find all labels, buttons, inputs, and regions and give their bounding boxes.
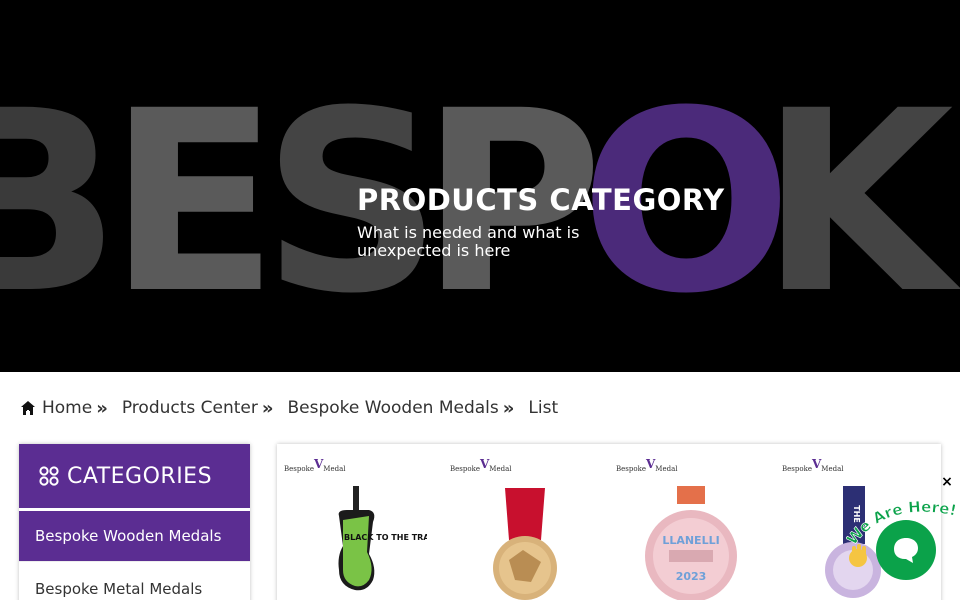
breadcrumb: Home » Products Center » Bespoke Wooden … bbox=[20, 397, 558, 419]
product-card[interactable]: BespokeVMedal BLACK TO THE TRAILS bbox=[277, 457, 427, 600]
product-image bbox=[493, 488, 557, 600]
breadcrumb-label: List bbox=[528, 398, 559, 418]
product-image: BLACK TO THE TRAILS bbox=[338, 486, 427, 591]
hero-letter-b: B bbox=[0, 57, 121, 348]
hero-banner: B E S P O K E PRODUCTS CATEGORY What is … bbox=[0, 0, 960, 372]
product-grid: BespokeVMedal BLACK TO THE TRAILS Bespok… bbox=[277, 444, 941, 600]
chevron-right-icon: » bbox=[261, 397, 274, 419]
hero-letter-e: E bbox=[108, 57, 279, 348]
sidebar-item-wooden-medals[interactable]: Bespoke Wooden Medals bbox=[19, 511, 250, 561]
chat-button[interactable] bbox=[876, 520, 936, 580]
page-subtitle: What is needed and what is unexpected is… bbox=[357, 223, 580, 260]
breadcrumb-wooden-medals[interactable]: Bespoke Wooden Medals bbox=[288, 398, 499, 418]
sidebar-item-metal-medals[interactable]: Bespoke Metal Medals bbox=[19, 561, 250, 600]
breadcrumb-label: Products Center bbox=[121, 398, 258, 418]
sidebar-item-label: Bespoke Wooden Medals bbox=[35, 527, 222, 545]
chevron-right-icon: » bbox=[96, 397, 108, 419]
breadcrumb-label: Bespoke Wooden Medals bbox=[287, 398, 499, 418]
svg-text:LLANELLI: LLANELLI bbox=[662, 534, 719, 547]
hero-letter-k: K bbox=[760, 57, 954, 348]
breadcrumb-current: List bbox=[528, 398, 558, 418]
breadcrumb-label: Home bbox=[42, 398, 93, 418]
categories-header: CATEGORIES bbox=[19, 444, 250, 508]
breadcrumb-products-center[interactable]: Products Center bbox=[122, 398, 258, 418]
page-title: PRODUCTS CATEGORY bbox=[357, 183, 725, 217]
grid-icon bbox=[39, 466, 59, 486]
chevron-right-icon: » bbox=[502, 397, 515, 419]
svg-text:BLACK TO THE TRAILS: BLACK TO THE TRAILS bbox=[344, 533, 427, 542]
home-icon bbox=[21, 401, 35, 415]
breadcrumb-home[interactable]: Home bbox=[20, 398, 92, 418]
close-icon[interactable]: × bbox=[939, 474, 955, 490]
product-card[interactable]: BespokeVMedal LLANELLI 2023 bbox=[609, 457, 759, 600]
categories-sidebar: CATEGORIES Bespoke Wooden Medals Bespoke… bbox=[19, 444, 250, 600]
chat-bubble-icon bbox=[894, 538, 918, 563]
svg-text:2023: 2023 bbox=[676, 570, 707, 583]
sidebar-item-label: Bespoke Metal Medals bbox=[35, 579, 203, 598]
hero-text: PRODUCTS CATEGORY What is needed and wha… bbox=[357, 182, 737, 260]
product-card[interactable]: BespokeVMedal bbox=[443, 457, 593, 600]
categories-title: CATEGORIES bbox=[67, 463, 213, 489]
product-image: LLANELLI 2023 bbox=[645, 486, 737, 600]
hero-letter-e2: E bbox=[938, 78, 960, 328]
